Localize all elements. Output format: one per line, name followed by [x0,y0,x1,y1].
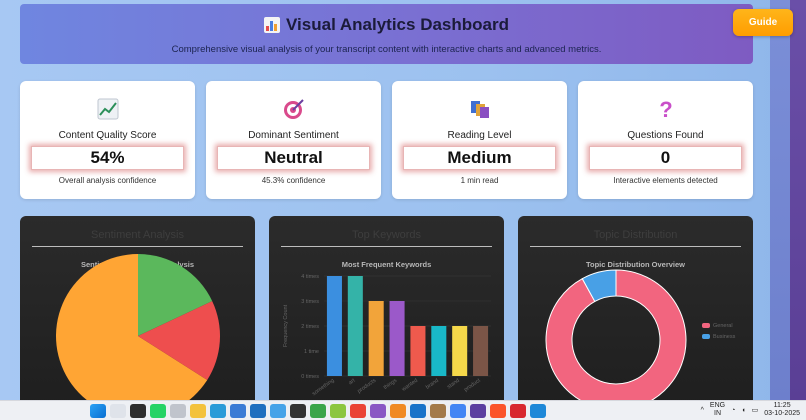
bar-art [347,276,363,376]
x-tick-label: brand [425,378,440,391]
x-tick-label: art [348,377,357,386]
app-icon[interactable] [410,404,426,418]
bar-brand [431,326,447,376]
app-icon[interactable] [270,404,286,418]
whatsapp-icon[interactable] [150,404,166,418]
edge-icon[interactable] [210,404,226,418]
hp-icon[interactable] [250,404,266,418]
card-label: Dominant Sentiment [248,130,339,141]
card-value: Medium [403,146,556,170]
app-icon[interactable] [370,404,386,418]
page-title-text: Visual Analytics Dashboard [286,15,509,34]
y-axis-label: Frequency Count [283,304,289,347]
y-tick-label: 0 times [301,374,319,380]
wifi-icon[interactable]: ◔ [731,407,735,414]
windows-taskbar: ^ ENG IN ◔ ◖ ▭ 11:25 03-10-2025 [0,400,806,420]
x-tick-label: stand [446,378,460,391]
dashboard-header: Visual Analytics Dashboard Comprehensive… [20,4,753,64]
x-tick-label: product [463,377,482,393]
card-label: Questions Found [627,130,704,141]
card-value: 54% [31,146,184,170]
side-strips [770,0,806,400]
app-icon[interactable] [170,404,186,418]
store-icon[interactable] [230,404,246,418]
card-subtext: 1 min read [460,176,499,185]
app-icon[interactable] [310,404,326,418]
keywords-bar-chart: 0 times 1 time 2 times 3 times 4 times Freque… [283,274,491,397]
target-icon [206,97,381,121]
task-view-icon[interactable] [130,404,146,418]
card-value: Neutral [217,146,370,170]
card-content-quality: Content Quality Score 54% Overall analys… [20,81,195,199]
y-tick-label: 4 times [301,274,319,280]
app-icon[interactable] [510,404,526,418]
gmail-icon[interactable] [350,404,366,418]
topic-donut-chart: General Business [545,269,736,406]
taskbar-apps [90,404,546,418]
bar-things [389,301,405,376]
search-icon[interactable] [110,404,126,418]
x-tick-label: wanted [400,378,419,394]
x-tick-label: products [357,378,378,395]
brave-icon[interactable] [490,404,506,418]
x-tick-label: something [311,378,335,397]
bar-chart-icon [264,17,281,33]
topic-panel: Topic Distribution Topic Distribution Ov… [518,216,753,406]
legend-label: General [713,323,733,329]
bar-products [368,301,384,376]
page-title: Visual Analytics Dashboard [20,15,753,35]
y-tick-label: 2 times [301,324,319,330]
bar-wanted [410,326,426,376]
card-subtext: 45.3% confidence [261,176,326,185]
card-reading-level: Reading Level Medium 1 min read [392,81,567,199]
question-icon: ? [578,97,753,121]
volume-icon[interactable]: ◖ [741,407,745,414]
card-subtext: Overall analysis confidence [58,176,157,185]
sentiment-pie-chart [56,254,220,406]
clock[interactable]: 11:25 03-10-2025 [764,402,800,418]
chrome-icon[interactable] [450,404,466,418]
battery-icon[interactable]: ▭ [752,406,759,414]
file-explorer-icon[interactable] [190,404,206,418]
app-icon[interactable] [330,404,346,418]
guide-button[interactable]: Guide [733,9,793,36]
windows-start-icon[interactable] [90,404,106,418]
bar-stand [452,326,468,376]
legend-label: Business [713,334,736,340]
card-label: Content Quality Score [58,130,157,141]
vscode-icon[interactable] [530,404,546,418]
language-indicator[interactable]: ENG IN [710,402,725,418]
app-icon[interactable] [430,404,446,418]
card-value: 0 [589,146,742,170]
chart-trend-icon [20,97,195,121]
system-tray: ^ ENG IN ◔ ◖ ▭ 11:25 03-10-2025 [701,402,800,418]
card-dominant-sentiment: Dominant Sentiment Neutral 45.3% confide… [206,81,381,199]
card-label: Reading Level [447,130,512,141]
svg-text:?: ? [659,97,672,121]
page-subtitle: Comprehensive visual analysis of your tr… [171,44,602,55]
legend-swatch [702,323,710,328]
chevron-up-icon[interactable]: ^ [701,407,704,414]
bar-something [326,276,342,376]
x-tick-label: things [383,378,399,391]
sentiment-panel: Sentiment Analysis Sentiment Distributio… [20,216,255,406]
card-questions-found: ? Questions Found 0 Interactive elements… [578,81,753,199]
card-subtext: Interactive elements detected [613,176,718,185]
keywords-panel: Top Keywords Most Frequent Keywords 0 ti… [269,216,504,406]
y-tick-label: 1 time [304,349,319,355]
app-icon[interactable] [390,404,406,418]
y-tick-label: 3 times [301,299,319,305]
books-icon [392,97,567,121]
legend-swatch [702,334,710,339]
app-icon[interactable] [290,404,306,418]
app-icon[interactable] [470,404,486,418]
bar-product [473,326,489,376]
